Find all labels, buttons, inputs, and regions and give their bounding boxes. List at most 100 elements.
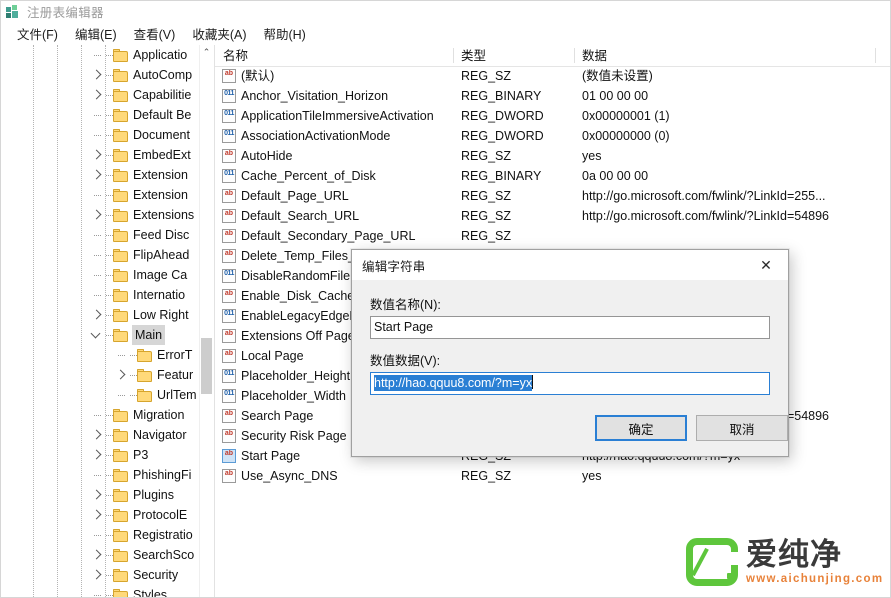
menu-item-edit[interactable]: 编辑(E) — [67, 22, 126, 45]
chevron-right-icon[interactable] — [89, 305, 105, 325]
value-name-cell: Default_Secondary_Page_URL — [241, 226, 415, 246]
menu-item-help[interactable]: 帮助(H) — [255, 22, 314, 45]
tree-spacer — [89, 245, 105, 265]
tree-connector — [118, 355, 125, 356]
tree-item-default-be[interactable]: Default Be — [1, 105, 201, 125]
column-divider[interactable] — [875, 48, 876, 63]
tree-item-searchsco[interactable]: SearchSco — [1, 545, 201, 565]
folder-icon — [113, 69, 128, 82]
close-icon[interactable]: ✕ — [744, 250, 788, 280]
tree-connector — [94, 415, 101, 416]
ok-button[interactable]: 确定 — [595, 415, 687, 441]
column-divider[interactable] — [574, 48, 575, 63]
table-row[interactable]: abAutoHideREG_SZyes — [215, 146, 891, 166]
tree-item-errort[interactable]: ErrorT — [1, 345, 201, 365]
chevron-right-icon[interactable] — [113, 365, 129, 385]
tree-vertical-scrollbar[interactable]: ⌃ — [199, 45, 213, 598]
tree-item-document[interactable]: Document — [1, 125, 201, 145]
table-row[interactable]: 011Cache_Percent_of_DiskREG_BINARY0a 00 … — [215, 166, 891, 186]
tree-item-extension[interactable]: Extension — [1, 165, 201, 185]
value-data-cell: 0x00000000 (0) — [582, 126, 670, 146]
tree-item-protocole[interactable]: ProtocolE — [1, 505, 201, 525]
chevron-right-icon[interactable] — [89, 65, 105, 85]
tree-item-extension[interactable]: Extension — [1, 185, 201, 205]
tree-item-internatio[interactable]: Internatio — [1, 285, 201, 305]
value-name-cell: Anchor_Visitation_Horizon — [241, 86, 388, 106]
watermark-text: 爱纯净 www.aichunjing.com — [746, 539, 883, 586]
chevron-right-icon[interactable] — [89, 145, 105, 165]
folder-icon — [113, 529, 128, 542]
tree-item-embedext[interactable]: EmbedExt — [1, 145, 201, 165]
folder-icon — [113, 149, 128, 162]
tree-scrollbar-thumb[interactable] — [201, 338, 212, 394]
watermark-url: www.aichunjing.com — [746, 572, 883, 586]
tree-connector — [106, 295, 113, 296]
chevron-right-icon[interactable] — [89, 505, 105, 525]
tree-item-featur[interactable]: Featur — [1, 365, 201, 385]
tree-item-navigator[interactable]: Navigator — [1, 425, 201, 445]
tree-connector — [106, 175, 113, 176]
tree-item-extensions[interactable]: Extensions — [1, 205, 201, 225]
tree-item-security[interactable]: Security — [1, 565, 201, 585]
table-row[interactable]: 011ApplicationTileImmersiveActivationREG… — [215, 106, 891, 126]
table-row[interactable]: 011AssociationActivationModeREG_DWORD0x0… — [215, 126, 891, 146]
chevron-right-icon[interactable] — [89, 165, 105, 185]
menu-bar: 文件(F) 编辑(E) 查看(V) 收藏夹(A) 帮助(H) — [1, 22, 891, 45]
value-data-input[interactable]: http://hao.qquu8.com/?m=yx — [370, 372, 770, 395]
tree-item-capabilitie[interactable]: Capabilitie — [1, 85, 201, 105]
tree-item-label: AutoComp — [133, 65, 192, 85]
tree-item-image-ca[interactable]: Image Ca — [1, 265, 201, 285]
column-header-type[interactable]: 类型 — [461, 47, 486, 65]
tree-item-main[interactable]: Main — [1, 325, 201, 345]
table-row[interactable]: abDefault_Search_URLREG_SZhttp://go.micr… — [215, 206, 891, 226]
chevron-down-icon[interactable] — [89, 325, 105, 345]
table-row[interactable]: abUse_Async_DNSREG_SZyes — [215, 466, 891, 486]
chevron-right-icon[interactable] — [89, 565, 105, 585]
menu-item-view[interactable]: 查看(V) — [126, 22, 185, 45]
chevron-right-icon[interactable] — [89, 85, 105, 105]
tree-item-phishingfi[interactable]: PhishingFi — [1, 465, 201, 485]
value-name-cell: Placeholder_Width — [241, 386, 346, 406]
chevron-right-icon[interactable] — [89, 205, 105, 225]
value-name-input[interactable]: Start Page — [370, 316, 770, 339]
menu-item-favorites[interactable]: 收藏夹(A) — [184, 22, 255, 45]
string-value-icon: ab — [222, 289, 236, 303]
chevron-right-icon[interactable] — [89, 445, 105, 465]
tree-item-urltem[interactable]: UrlTem — [1, 385, 201, 405]
tree-item-migration[interactable]: Migration — [1, 405, 201, 425]
binary-value-icon: 011 — [222, 269, 236, 283]
cancel-button[interactable]: 取消 — [696, 415, 788, 441]
registry-tree-pane[interactable]: ApplicatioAutoCompCapabilitieDefault BeD… — [1, 45, 215, 598]
folder-icon — [113, 409, 128, 422]
tree-item-applicatio[interactable]: Applicatio — [1, 45, 201, 65]
table-row[interactable]: 011Anchor_Visitation_HorizonREG_BINARY01… — [215, 86, 891, 106]
table-row[interactable]: ab(默认)REG_SZ(数值未设置) — [215, 66, 891, 86]
scroll-up-arrow-icon[interactable]: ⌃ — [200, 45, 213, 59]
column-header-data[interactable]: 数据 — [582, 47, 607, 65]
tree-connector — [130, 355, 137, 356]
value-data-cell: 01 00 00 00 — [582, 86, 648, 106]
tree-item-plugins[interactable]: Plugins — [1, 485, 201, 505]
tree-item-feed-disc[interactable]: Feed Disc — [1, 225, 201, 245]
value-data-label: 数值数据(V): — [370, 350, 440, 369]
tree-item-flipahead[interactable]: FlipAhead — [1, 245, 201, 265]
tree-item-label: Security — [133, 565, 178, 585]
column-divider[interactable] — [453, 48, 454, 63]
tree-item-label: Main — [132, 325, 165, 345]
chevron-right-icon[interactable] — [89, 545, 105, 565]
tree-item-p3[interactable]: P3 — [1, 445, 201, 465]
dialog-title-bar: 编辑字符串 ✕ — [352, 250, 788, 280]
chevron-right-icon[interactable] — [89, 485, 105, 505]
table-row[interactable]: abDefault_Page_URLREG_SZhttp://go.micros… — [215, 186, 891, 206]
column-header-name[interactable]: 名称 — [223, 47, 248, 65]
menu-item-file[interactable]: 文件(F) — [9, 22, 67, 45]
tree-item-low-right[interactable]: Low Right — [1, 305, 201, 325]
tree-spacer — [89, 265, 105, 285]
tree-item-registratio[interactable]: Registratio — [1, 525, 201, 545]
tree-item-autocomp[interactable]: AutoComp — [1, 65, 201, 85]
tree-item-styles[interactable]: Styles — [1, 585, 201, 598]
tree-spacer — [89, 225, 105, 245]
folder-icon — [137, 349, 152, 362]
chevron-right-icon[interactable] — [89, 425, 105, 445]
table-row[interactable]: abDefault_Secondary_Page_URLREG_SZ — [215, 226, 891, 246]
